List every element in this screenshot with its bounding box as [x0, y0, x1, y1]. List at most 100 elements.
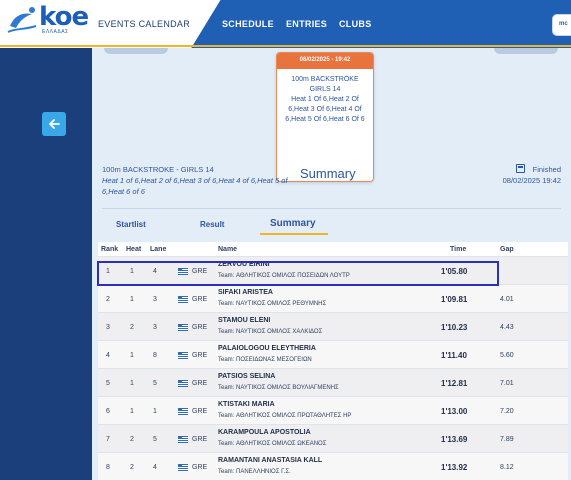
col-rank: Rank: [101, 246, 119, 253]
sidebar: [0, 48, 92, 480]
nav-entries[interactable]: ENTRIES: [286, 19, 327, 29]
nation-cell: GRE: [192, 408, 208, 415]
time-cell: 1'05.80: [441, 267, 468, 276]
nav-schedule[interactable]: SCHEDULE: [222, 19, 274, 29]
heat-card-peek-right[interactable]: [494, 48, 558, 54]
active-tab-indicator: [260, 233, 328, 235]
athlete-name: RAMANTANI ANASTASIA KALL: [218, 457, 323, 464]
table-row[interactable]: 7 2 5 GRE KARAMPOULA APOSTOLIA Team: ΑΘΛ…: [98, 424, 568, 452]
lane-cell: 5: [153, 380, 157, 387]
athlete-name: PALAIOLOGOU ELEYTHERIA: [218, 345, 316, 352]
greece-flag-icon: [178, 352, 188, 359]
rank-cell: 6: [106, 408, 110, 415]
gap-cell: 7.20: [500, 408, 514, 415]
gap-cell: 7.89: [500, 436, 514, 443]
time-cell: 1'10.23: [441, 323, 468, 332]
greece-flag-icon: [178, 380, 188, 387]
time-cell: 1'12.81: [441, 379, 468, 388]
heat-card-date: 08/02/2025 - 19:42: [277, 53, 373, 69]
athlete-name: KARAMPOULA APOSTOLIA: [218, 429, 311, 436]
divider: [102, 208, 561, 209]
heat-cell: 2: [130, 464, 134, 471]
event-datetime: 08/02/2025 19:42: [502, 176, 561, 185]
greece-flag-icon: [178, 408, 188, 415]
greece-flag-icon: [178, 296, 188, 303]
heat-cell: 2: [130, 324, 134, 331]
arrow-left-icon: [49, 119, 60, 129]
nation-cell: GRE: [192, 352, 208, 359]
table-header: Rank Heat Lane Name Time Gap: [98, 242, 568, 256]
table-row[interactable]: 6 1 1 GRE KTISTAKI MARIA Team: ΑΘΛΗΤΙΚΟΣ…: [98, 396, 568, 424]
results-table: Rank Heat Lane Name Time Gap 1 1 4 GRE Z…: [98, 242, 568, 480]
gap-cell: 7.01: [500, 380, 514, 387]
athlete-team: Team: ΝΑΥΤΙΚΟΣ ΟΜΙΛΟΣ ΡΕΘΥΜΝΗΣ: [218, 301, 327, 307]
athlete-name: PATSIOS SELINA: [218, 373, 276, 380]
athlete-name: KTISTAKI MARIA: [218, 401, 275, 408]
rank-cell: 1: [106, 268, 110, 275]
table-row[interactable]: 1 1 4 GRE ZERVOU EIRINI Team: ΑΘΛΗΤΙΚΟΣ …: [98, 256, 568, 284]
event-status: Finished 08/02/2025 19:42: [503, 164, 561, 186]
heat-cell: 1: [130, 268, 134, 275]
table-row[interactable]: 8 2 4 GRE RAMANTANI ANASTASIA KALL Team:…: [98, 452, 568, 480]
koe-logo[interactable]: koe ΕΛΛΑΔΑΣ: [6, 2, 89, 44]
table-row[interactable]: 5 1 5 GRE PATSIOS SELINA Team: ΝΑΥΤΙΚΟΣ …: [98, 368, 568, 396]
rank-cell: 4: [106, 352, 110, 359]
greece-flag-icon: [178, 436, 188, 443]
back-button[interactable]: [42, 112, 66, 136]
time-cell: 1'13.92: [441, 463, 468, 472]
table-row[interactable]: 4 1 8 GRE PALAIOLOGOU ELEYTHERIA Team: Π…: [98, 340, 568, 368]
lane-cell: 5: [153, 436, 157, 443]
nav-clubs[interactable]: CLUBS: [339, 19, 372, 29]
athlete-team: Team: ΑΘΛΗΤΙΚΟΣ ΟΜΙΛΟΣ ΩΚΕΑΝΟΣ: [218, 441, 327, 447]
heat-card-heats: Heat 1 Of 6,Heat 2 Of 6,Heat 3 Of 6,Heat…: [285, 96, 365, 123]
gap-cell: 4.43: [500, 324, 514, 331]
accent-line: [0, 45, 571, 47]
greece-flag-icon: [178, 464, 188, 471]
athlete-name: SIFAKI ARISTEA: [218, 289, 273, 296]
partner-badge[interactable]: mc: [552, 14, 571, 36]
nation-cell: GRE: [192, 296, 208, 303]
nation-cell: GRE: [192, 464, 208, 471]
lane-cell: 4: [153, 268, 157, 275]
gap-cell: 8.12: [500, 464, 514, 471]
nation-cell: GRE: [192, 380, 208, 387]
lane-cell: 1: [153, 408, 157, 415]
logo-text: koe: [39, 2, 89, 32]
event-heats: Heat 1 of 6,Heat 2 of 6,Heat 3 of 6,Heat…: [102, 176, 288, 196]
col-gap: Gap: [500, 246, 514, 253]
lane-cell: 4: [153, 464, 157, 471]
event-name: 100m BACKSTROKE - GIRLS 14: [102, 165, 214, 174]
tab-summary[interactable]: Summary: [270, 218, 316, 229]
greece-flag-icon: [178, 268, 188, 275]
athlete-team: Team: ΠΟΣΕΙΔΩΝΑΣ ΜΕΣΟΓΕΙΩΝ: [218, 357, 312, 363]
heat-card[interactable]: 08/02/2025 - 19:42 100m BACKSTROKE GIRLS…: [276, 52, 374, 182]
athlete-team: Team: ΝΑΥΤΙΚΟΣ ΟΜΙΛΟΣ ΒΟΥΛΙΑΓΜΕΝΗΣ: [218, 385, 339, 391]
rank-cell: 5: [106, 380, 110, 387]
table-row[interactable]: 3 2 3 GRE STAMOU ELENI Team: ΝΑΥΤΙΚΟΣ ΟΜ…: [98, 312, 568, 340]
tab-startlist[interactable]: Startlist: [116, 220, 146, 229]
status-text: Finished: [532, 165, 561, 174]
col-time: Time: [450, 246, 467, 253]
top-bar: koe ΕΛΛΑΔΑΣ EVENTS CALENDAR SCHEDULE ENT…: [0, 0, 571, 50]
heat-card-peek-left[interactable]: [104, 48, 168, 54]
main-panel: 08/02/2025 - 19:42 100m BACKSTROKE GIRLS…: [92, 48, 571, 480]
nation-cell: GRE: [192, 324, 208, 331]
time-cell: 1'13.00: [441, 407, 468, 416]
nav-events-calendar[interactable]: EVENTS CALENDAR: [98, 19, 190, 29]
table-row[interactable]: 2 1 3 GRE SIFAKI ARISTEA Team: ΝΑΥΤΙΚΟΣ …: [98, 284, 568, 312]
athlete-team: Team: ΠΑΝΕΛΛΗΝΙΟΣ Γ.Σ.: [218, 469, 291, 475]
time-cell: 1'09.81: [441, 295, 468, 304]
lane-cell: 8: [153, 352, 157, 359]
athlete-name: STAMOU ELENI: [218, 317, 271, 324]
swimmer-logo-icon: [7, 7, 37, 33]
lane-cell: 3: [153, 324, 157, 331]
heat-cell: 2: [130, 436, 134, 443]
tab-result[interactable]: Result: [200, 220, 224, 229]
col-heat: Heat: [126, 246, 142, 253]
page-title: Summary: [300, 166, 356, 181]
time-cell: 1'11.40: [441, 351, 467, 360]
nation-cell: GRE: [192, 436, 208, 443]
athlete-team: Team: ΑΘΛΗΤΙΚΟΣ ΟΜΙΛΟΣ ΠΟΣΕΙΔΩΝ ΛΟΥΤΡ: [218, 273, 350, 279]
rank-cell: 3: [106, 324, 110, 331]
event-info: 100m BACKSTROKE - GIRLS 14 Heat 1 of 6,H…: [102, 164, 292, 197]
